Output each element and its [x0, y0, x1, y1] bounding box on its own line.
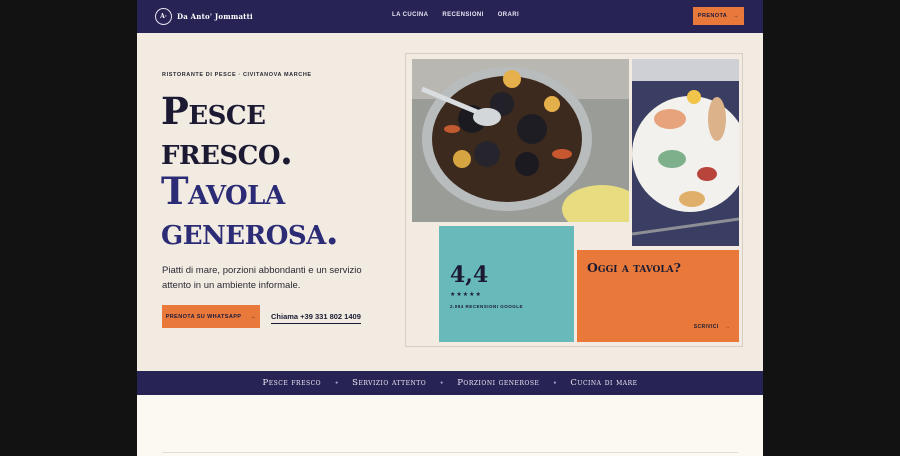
marquee-item: Cucina di mare: [570, 378, 638, 388]
booking-cta-title: Oggi a tavola?: [587, 260, 681, 275]
marquee-item: Servizio attento: [352, 378, 427, 388]
fish-plate-illustration: [632, 59, 739, 246]
grilled-fish-plate-photo: [632, 59, 739, 246]
prenota-button[interactable]: PRENOTA →: [693, 7, 744, 25]
marquee-item: Pesce fresco: [262, 378, 322, 388]
section-divider: [162, 452, 738, 453]
headline-line-3: Tavola: [161, 169, 285, 213]
photo-collage: 4,4 ★★★★★ 2.094 RECENSIONI GOOGLE Oggi a…: [405, 53, 743, 347]
dot-separator-icon: ●: [335, 380, 339, 386]
seafood-pot-illustration: [412, 59, 629, 222]
hero-eyebrow: RISTORANTE DI PESCE · CIVITANOVA MARCHE: [162, 72, 312, 78]
hero-headline: Pesce fresco. Tavola generosa.: [161, 89, 339, 253]
nav-link-recensioni[interactable]: RECENSIONI: [442, 12, 483, 18]
nav-link-orari[interactable]: ORARI: [498, 12, 519, 18]
hero-lede: Piatti di mare, porzioni abbondanti e un…: [162, 265, 362, 291]
features-marquee: Pesce fresco ● Servizio attento ● Porzio…: [137, 371, 763, 395]
dot-separator-icon: ●: [553, 380, 557, 386]
booking-cta-card: Oggi a tavola? SCRIVICI →: [577, 250, 739, 342]
google-review-count: 2.094 RECENSIONI GOOGLE: [450, 304, 524, 309]
top-nav: A· Da Anto' Jommatti LA CUCINA RECENSION…: [137, 0, 763, 33]
marquee-item: Porzioni generose: [457, 378, 540, 388]
headline-line-2: fresco.: [161, 129, 293, 173]
headline-line-1: Pesce: [161, 89, 266, 133]
rating-card: 4,4 ★★★★★ 2.094 RECENSIONI GOOGLE: [439, 226, 574, 342]
scrivici-label: SCRIVICI: [693, 324, 719, 330]
page-frame: A· Da Anto' Jommatti LA CUCINA RECENSION…: [137, 0, 763, 456]
nav-links: LA CUCINA RECENSIONI ORARI: [392, 12, 519, 18]
call-phone-link[interactable]: Chiama +39 331 802 1409: [271, 312, 361, 324]
prenota-button-label: PRENOTA: [697, 13, 728, 19]
brand-name[interactable]: Da Anto' Jommatti: [177, 12, 253, 21]
headline-line-4: generosa.: [161, 209, 339, 253]
logo-mark[interactable]: A·: [155, 8, 172, 25]
seafood-pot-photo: [412, 59, 629, 222]
whatsapp-booking-label: PRENOTA SU WHATSAPP: [165, 313, 242, 320]
nav-link-la-cucina[interactable]: LA CUCINA: [392, 12, 428, 18]
scrivici-link[interactable]: SCRIVICI →: [694, 324, 730, 330]
whatsapp-booking-button[interactable]: PRENOTA SU WHATSAPP →: [162, 305, 260, 328]
arrow-right-icon: →: [250, 313, 257, 320]
rating-value: 4,4: [450, 262, 489, 288]
dot-separator-icon: ●: [440, 380, 444, 386]
arrow-right-icon: →: [724, 324, 730, 330]
star-rating-icon: ★★★★★: [450, 292, 482, 298]
next-section: [137, 395, 763, 456]
arrow-right-icon: →: [733, 13, 740, 19]
